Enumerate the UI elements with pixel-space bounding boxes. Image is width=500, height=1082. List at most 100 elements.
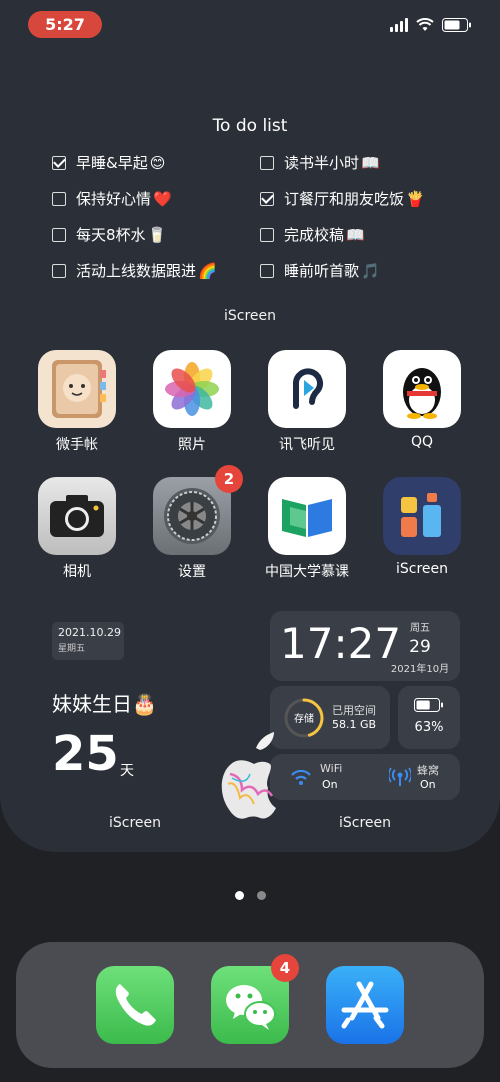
todo-item[interactable]: 完成校稿 📖 xyxy=(260,224,365,245)
app-label: QQ xyxy=(410,434,434,450)
todo-title: To do list xyxy=(212,116,288,136)
countdown-days: 25 xyxy=(52,726,119,782)
apple-logo-icon xyxy=(221,732,276,819)
app-label: 中国大学慕课 xyxy=(265,564,349,580)
storage-value: 58.1 GB xyxy=(332,718,377,731)
penguin-icon xyxy=(383,350,461,428)
app-qq[interactable]: QQ xyxy=(367,350,477,450)
status-time[interactable]: 5:27 xyxy=(28,11,102,38)
todo-text: 保持好心情 xyxy=(76,190,152,208)
dock-appstore[interactable] xyxy=(326,966,404,1044)
todo-widget-label: iScreen xyxy=(223,308,277,324)
todo-text: 每天8杯水 xyxy=(76,226,146,244)
weekday-text: 星期五 xyxy=(58,644,86,654)
birthday-emoji: 🎂 xyxy=(132,692,157,716)
dock-phone[interactable] xyxy=(96,966,174,1044)
battery-level-icon xyxy=(414,698,443,712)
checkbox-icon[interactable] xyxy=(260,227,274,242)
ear-icon xyxy=(268,350,346,428)
photos-icon xyxy=(153,350,231,428)
storage-ring-label: 存储 xyxy=(294,714,314,725)
app-label: 相机 xyxy=(63,564,91,580)
clock-time: 17:27 xyxy=(280,619,402,668)
date-text: 2021.10.29 xyxy=(58,626,121,639)
iscreen-icon xyxy=(383,477,461,555)
calendar-weekday: 周五 xyxy=(410,623,430,634)
todo-item[interactable]: 保持好心情 ❤️ xyxy=(52,188,172,209)
page-dot-active[interactable] xyxy=(235,891,244,900)
app-label: 设置 xyxy=(178,564,206,580)
todo-item[interactable]: 早睡&早起 😊 xyxy=(52,152,165,173)
todo-item[interactable]: 每天8杯水 🥛 xyxy=(52,224,166,245)
todo-emoji: ❤️ xyxy=(153,189,172,208)
app-label: 照片 xyxy=(178,437,206,453)
storage-title: 已用空间 xyxy=(332,704,376,717)
calendar-day: 29 xyxy=(409,637,431,657)
todo-text: 订餐厅和朋友吃饭 xyxy=(284,190,405,208)
date-card: 2021.10.29 星期五 xyxy=(52,622,124,660)
app-label: iScreen xyxy=(395,561,449,577)
cellular-state: On xyxy=(420,778,436,791)
app-label: 微手帐 xyxy=(56,437,98,453)
wifi-name: WiFi xyxy=(320,762,343,775)
cellular-antenna-icon xyxy=(389,767,411,786)
checkbox-icon[interactable] xyxy=(52,227,66,242)
checkbox-checked-icon[interactable] xyxy=(260,191,274,206)
book-icon xyxy=(268,477,346,555)
todo-emoji: 😊 xyxy=(149,153,166,172)
battery-widget[interactable]: 63% xyxy=(398,686,460,749)
todo-text: 睡前听首歌 xyxy=(284,262,360,280)
todo-text: 读书半小时 xyxy=(284,154,360,172)
right-widget-label: iScreen xyxy=(338,815,392,831)
date-widget-label: iScreen xyxy=(108,815,162,831)
todo-item[interactable]: 睡前听首歌 🎵 xyxy=(260,260,380,281)
wifi-state: On xyxy=(322,778,338,791)
todo-text: 早睡&早起 xyxy=(76,154,148,172)
checkbox-icon[interactable] xyxy=(52,191,66,206)
app-weishouzhang[interactable]: 微手帐 xyxy=(22,350,132,454)
todo-item[interactable]: 读书半小时 📖 xyxy=(260,152,380,173)
battery-percent: 63% xyxy=(414,720,444,735)
checkbox-checked-icon[interactable] xyxy=(52,155,66,170)
checkbox-icon[interactable] xyxy=(260,155,274,170)
checkbox-icon[interactable] xyxy=(52,263,66,278)
notification-badge: 2 xyxy=(215,465,243,493)
camera-icon xyxy=(38,477,116,555)
clock-widget[interactable]: 17:27 周五 29 2021年10月 xyxy=(270,611,460,681)
phone-icon xyxy=(115,984,156,1026)
dock-wechat[interactable]: 4 xyxy=(211,954,299,1044)
notebook-icon xyxy=(38,350,116,428)
todo-text: 活动上线数据跟进 xyxy=(76,262,197,280)
todo-emoji: 🌈 xyxy=(198,261,217,280)
app-mooc[interactable]: 中国大学慕课 xyxy=(252,477,362,581)
battery-icon xyxy=(442,18,471,32)
todo-text: 完成校稿 xyxy=(284,226,345,244)
app-photos[interactable]: 照片 xyxy=(137,350,247,454)
checkbox-icon[interactable] xyxy=(260,263,274,278)
todo-emoji: 📖 xyxy=(361,153,380,172)
todo-emoji: 📖 xyxy=(346,225,365,244)
todo-emoji: 🎵 xyxy=(361,261,380,280)
cellular-signal-icon xyxy=(390,18,408,32)
birthday-title: 妹妹生日🎂 xyxy=(52,688,157,717)
calendar-month: 2021年10月 xyxy=(390,664,450,675)
app-store-icon xyxy=(341,981,389,1029)
wifi-icon xyxy=(416,18,434,31)
app-iscreen[interactable]: iScreen xyxy=(367,477,477,577)
app-xunfei[interactable]: 讯飞听见 xyxy=(252,350,362,454)
page-dot[interactable] xyxy=(257,891,266,900)
app-settings[interactable]: 2 设置 xyxy=(137,465,247,581)
cellular-widget[interactable]: 蜂窝 On xyxy=(369,754,460,800)
app-label: 讯飞听见 xyxy=(279,437,335,453)
notification-badge: 4 xyxy=(271,954,299,982)
todo-item[interactable]: 活动上线数据跟进 🌈 xyxy=(52,260,217,281)
calendar-column: 周五 29 2021年10月 xyxy=(390,619,450,675)
todo-item[interactable]: 订餐厅和朋友吃饭 🍟 xyxy=(260,188,425,209)
app-camera[interactable]: 相机 xyxy=(22,477,132,581)
todo-emoji: 🥛 xyxy=(147,225,167,244)
birthday-title-text: 妹妹生日 xyxy=(52,692,132,716)
countdown-unit: 天 xyxy=(120,763,134,779)
cellular-name: 蜂窝 xyxy=(417,764,439,777)
status-icons xyxy=(390,18,472,32)
todo-emoji: 🍟 xyxy=(406,189,425,208)
